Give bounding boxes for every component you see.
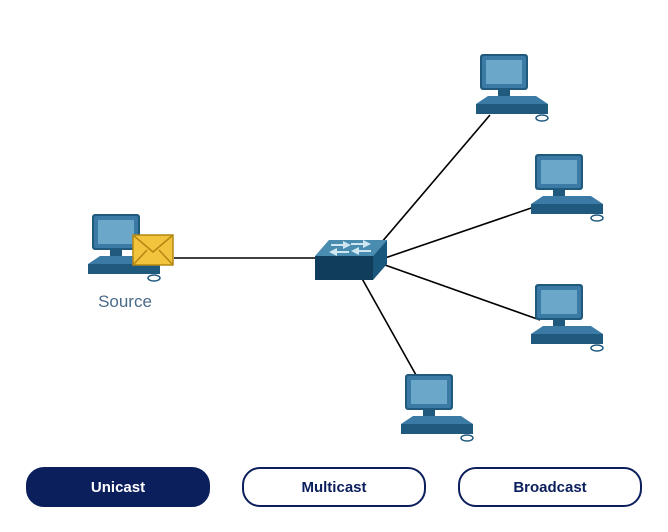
pc-icon: [525, 150, 605, 230]
envelope-icon: [132, 234, 174, 266]
link-switch-pc2: [385, 205, 540, 258]
dest-pc-2: [525, 150, 605, 235]
multicast-button[interactable]: Multicast: [242, 467, 426, 507]
switch-icon: [315, 240, 387, 280]
diagram-stage: Source Unicast Multi: [0, 0, 668, 532]
dest-pc-3: [525, 280, 605, 365]
dest-pc-1: [470, 50, 550, 135]
packet-envelope: [132, 234, 174, 271]
pc-icon: [395, 370, 475, 450]
pc-icon: [525, 280, 605, 360]
broadcast-button[interactable]: Broadcast: [458, 467, 642, 507]
network-switch: [315, 240, 387, 285]
dest-pc-4: [395, 370, 475, 455]
link-switch-pc3: [385, 265, 540, 320]
button-row: Unicast Multicast Broadcast: [0, 462, 668, 512]
link-switch-pc1: [375, 115, 490, 250]
source-label: Source: [90, 292, 160, 312]
pc-icon: [470, 50, 550, 130]
unicast-button[interactable]: Unicast: [26, 467, 210, 507]
